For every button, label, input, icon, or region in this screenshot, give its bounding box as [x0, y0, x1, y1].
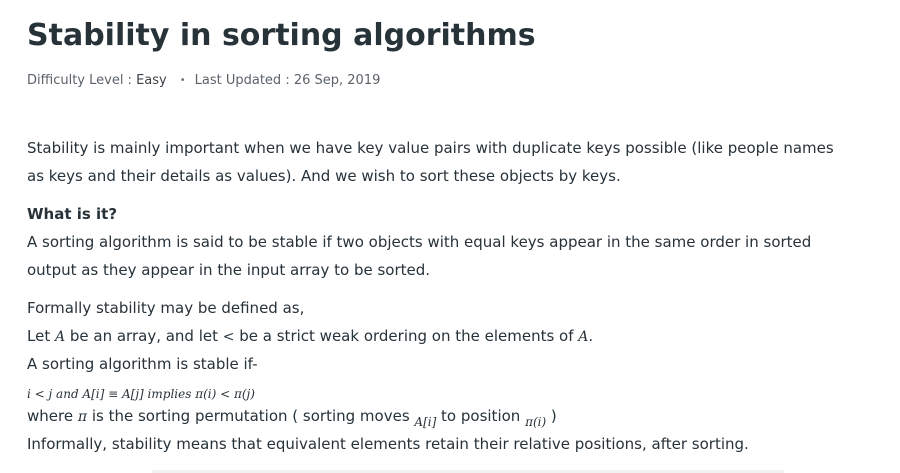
last-updated-label: Last Updated :: [194, 73, 294, 88]
article-title: Stability in sorting algorithms: [27, 18, 536, 53]
text-fragment: be a strict weak ordering on the element…: [234, 327, 579, 345]
paragraph-formal-line-3: A sorting algorithm is stable if-: [27, 355, 258, 373]
article-content: Stability is mainly important when we ha…: [27, 137, 857, 461]
paragraph-intro-line-2: as keys and their details as values). An…: [27, 167, 621, 185]
paragraph-informal: Informally, stability means that equival…: [27, 435, 749, 453]
difficulty-level-link[interactable]: Easy: [136, 73, 167, 88]
math-var-a: A: [578, 329, 589, 345]
difficulty-label: Difficulty Level :: [27, 73, 137, 88]
paragraph-definition-line-2: output as they appear in the input array…: [27, 261, 431, 279]
math-less-than: <: [222, 329, 235, 345]
math-var-a: A: [54, 329, 66, 345]
paragraph-where-line: where π is the sorting permutation ( sor…: [27, 405, 857, 433]
last-updated-date: 26 Sep, 2019: [293, 73, 381, 88]
text-fragment: ): [546, 407, 557, 425]
text-fragment: where: [27, 407, 78, 425]
math-pi: π: [77, 409, 88, 425]
math-pi-i: π(i): [525, 415, 547, 429]
paragraph-formal-line-2: Let A be an array, and let < be a strict…: [27, 325, 857, 353]
meta-separator: •: [179, 75, 186, 86]
paragraph-formal-line-1: Formally stability may be defined as,: [27, 299, 305, 317]
math-a-i: A[i]: [414, 415, 437, 429]
text-fragment: to position: [436, 407, 526, 425]
text-fragment: be an array, and let: [65, 327, 223, 345]
stability-formula: i < j and A[i] ≡ A[j] implies π(i) < π(j…: [27, 387, 255, 401]
text-fragment: is the sorting permutation ( sorting mov…: [87, 407, 415, 425]
text-fragment: Let: [27, 327, 55, 345]
article-meta: Difficulty Level : Easy • Last Updated : 2…: [27, 73, 380, 88]
paragraph-definition-line-1: A sorting algorithm is said to be stable…: [27, 233, 812, 251]
paragraph-intro-line-1: Stability is mainly important when we ha…: [27, 139, 834, 157]
text-fragment: .: [588, 327, 594, 345]
section-heading-what-is-it: What is it?: [27, 205, 118, 223]
